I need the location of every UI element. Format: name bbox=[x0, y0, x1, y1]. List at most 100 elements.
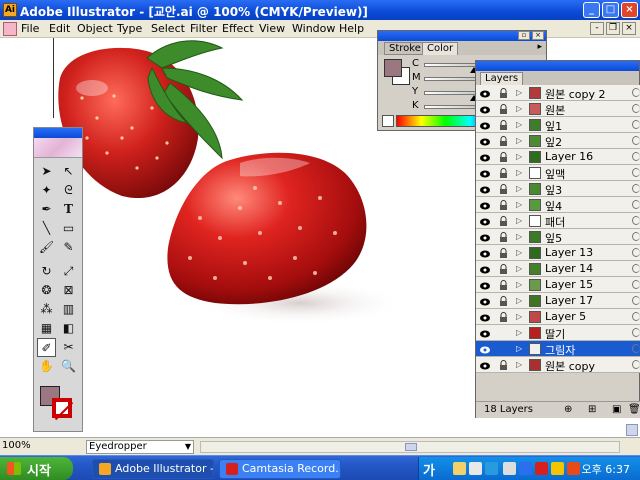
direct-selection-tool-icon[interactable]: ↖ bbox=[59, 162, 78, 181]
target-circle-icon[interactable] bbox=[632, 232, 640, 241]
expand-triangle-icon[interactable]: ▷ bbox=[516, 88, 522, 97]
column-graph-tool-icon[interactable]: ▥ bbox=[59, 300, 78, 319]
close-button[interactable]: × bbox=[621, 2, 638, 18]
target-circle-icon[interactable] bbox=[632, 88, 640, 97]
layer-row[interactable]: ▷ Layer 14 bbox=[476, 261, 640, 277]
layer-name[interactable]: Layer 14 bbox=[545, 262, 593, 275]
help-icon[interactable] bbox=[485, 462, 498, 475]
ime-settings-icon[interactable] bbox=[469, 462, 482, 475]
document-icon[interactable] bbox=[3, 22, 17, 36]
lock-icon[interactable] bbox=[499, 296, 508, 306]
ime-mode-icon[interactable] bbox=[453, 462, 466, 475]
tab-color[interactable]: Color bbox=[422, 42, 459, 55]
new-sublayer-icon[interactable]: ⊞ bbox=[588, 404, 596, 415]
rotate-tool-icon[interactable]: ↻ bbox=[37, 262, 56, 281]
security-icon[interactable] bbox=[567, 462, 580, 475]
pencil-tool-icon[interactable]: ✎ bbox=[59, 238, 78, 257]
color-panel-minimize-button[interactable]: ▫ bbox=[518, 31, 530, 40]
lock-icon[interactable] bbox=[499, 120, 508, 130]
layer-row[interactable]: ▷ 원본 bbox=[476, 101, 640, 117]
printer-icon[interactable] bbox=[503, 462, 516, 475]
eye-icon[interactable] bbox=[480, 248, 490, 258]
status-tool-select[interactable]: Eyedropper ▼ bbox=[86, 440, 194, 454]
camtasia-tray-icon[interactable] bbox=[535, 462, 548, 475]
target-circle-icon[interactable] bbox=[632, 104, 640, 113]
layer-name[interactable]: 잎1 bbox=[545, 118, 562, 134]
layer-name[interactable]: 잎4 bbox=[545, 198, 562, 214]
layer-row[interactable]: ▷ Layer 16 bbox=[476, 149, 640, 165]
eye-icon[interactable] bbox=[480, 216, 490, 226]
expand-triangle-icon[interactable]: ▷ bbox=[516, 152, 522, 161]
color-panel-titlebar[interactable]: ▫ × bbox=[378, 31, 546, 41]
eye-icon[interactable] bbox=[480, 264, 490, 274]
target-circle-icon[interactable] bbox=[632, 184, 640, 193]
lock-icon[interactable] bbox=[499, 168, 508, 178]
taskbar-item-illustrator[interactable]: Adobe Illustrator -... bbox=[92, 459, 214, 479]
network-icon[interactable] bbox=[519, 462, 532, 475]
hand-tool-icon[interactable]: ✋ bbox=[37, 357, 56, 376]
zoom-tool-icon[interactable]: 🔍 bbox=[59, 357, 78, 376]
menu-select[interactable]: Select bbox=[151, 22, 185, 35]
paintbrush-tool-icon[interactable]: 🖌 bbox=[37, 238, 56, 257]
eye-icon[interactable] bbox=[480, 296, 490, 306]
layer-name[interactable]: 잎2 bbox=[545, 134, 562, 150]
zoom-level[interactable]: 100% bbox=[2, 440, 31, 451]
layer-name[interactable]: Layer 5 bbox=[545, 310, 586, 323]
target-circle-icon[interactable] bbox=[632, 136, 640, 145]
lasso-tool-icon[interactable]: ᘓ bbox=[59, 181, 78, 200]
lock-icon[interactable] bbox=[499, 264, 508, 274]
expand-triangle-icon[interactable]: ▷ bbox=[516, 168, 522, 177]
eye-icon[interactable] bbox=[480, 136, 490, 146]
expand-triangle-icon[interactable]: ▷ bbox=[516, 104, 522, 113]
line-tool-icon[interactable]: ╲ bbox=[37, 219, 56, 238]
symbol-sprayer-tool-icon[interactable]: ⁂ bbox=[37, 300, 56, 319]
stroke-color-swatch[interactable] bbox=[52, 398, 72, 418]
horizontal-scrollbar[interactable] bbox=[200, 441, 620, 453]
eye-icon[interactable] bbox=[480, 168, 490, 178]
layer-name[interactable]: 원본 copy bbox=[545, 358, 595, 374]
eye-icon[interactable] bbox=[480, 88, 490, 98]
eye-icon[interactable] bbox=[480, 280, 490, 290]
layer-name[interactable]: 패더 bbox=[545, 214, 565, 230]
type-tool-icon[interactable]: T bbox=[59, 200, 78, 219]
toolbox-titlebar[interactable] bbox=[34, 128, 82, 138]
lock-icon[interactable] bbox=[499, 232, 508, 242]
scale-tool-icon[interactable]: ⤢ bbox=[59, 262, 78, 281]
magic-wand-tool-icon[interactable]: ✦ bbox=[37, 181, 56, 200]
expand-triangle-icon[interactable]: ▷ bbox=[516, 232, 522, 241]
new-layer-icon[interactable]: ▣ bbox=[612, 404, 621, 415]
warp-tool-icon[interactable]: ❂ bbox=[37, 281, 56, 300]
panel-options-arrow-icon[interactable]: ▸ bbox=[537, 42, 542, 52]
target-circle-icon[interactable] bbox=[632, 344, 640, 353]
scissors-tool-icon[interactable]: ✂ bbox=[59, 338, 78, 357]
mesh-tool-icon[interactable]: ▦ bbox=[37, 319, 56, 338]
eye-icon[interactable] bbox=[480, 360, 490, 370]
lock-icon[interactable] bbox=[499, 280, 508, 290]
target-circle-icon[interactable] bbox=[632, 168, 640, 177]
eye-icon[interactable] bbox=[480, 120, 490, 130]
menu-object[interactable]: Object bbox=[77, 22, 113, 35]
expand-triangle-icon[interactable]: ▷ bbox=[516, 200, 522, 209]
pen-tool-icon[interactable]: ✒ bbox=[37, 200, 56, 219]
lock-icon[interactable] bbox=[499, 312, 508, 322]
layer-row[interactable]: ▷ 원본 copy 2 bbox=[476, 85, 640, 101]
expand-triangle-icon[interactable]: ▷ bbox=[516, 328, 522, 337]
make-clipping-mask-icon[interactable]: ⊕ bbox=[564, 404, 572, 415]
expand-triangle-icon[interactable]: ▷ bbox=[516, 312, 522, 321]
gradient-tool-icon[interactable]: ◧ bbox=[59, 319, 78, 338]
layer-row[interactable]: ▷ 원본 copy bbox=[476, 357, 640, 373]
menu-file[interactable]: File bbox=[21, 22, 39, 35]
target-circle-icon[interactable] bbox=[632, 120, 640, 129]
lock-icon[interactable] bbox=[499, 104, 508, 114]
menu-edit[interactable]: Edit bbox=[49, 22, 70, 35]
layer-row[interactable]: ▷ 잎맥 bbox=[476, 165, 640, 181]
lock-icon[interactable] bbox=[499, 248, 508, 258]
layer-row[interactable]: ▷ 잎4 bbox=[476, 197, 640, 213]
doc-minimize-button[interactable]: - bbox=[590, 22, 604, 35]
color-panel-fill-swatch[interactable] bbox=[384, 59, 402, 77]
eye-icon[interactable] bbox=[480, 184, 490, 194]
tab-stroke[interactable]: Stroke bbox=[384, 42, 426, 55]
lock-icon[interactable] bbox=[499, 216, 508, 226]
illustrated-strawberry[interactable] bbox=[160, 138, 410, 338]
delete-layer-icon[interactable]: 🗑 bbox=[628, 404, 640, 415]
